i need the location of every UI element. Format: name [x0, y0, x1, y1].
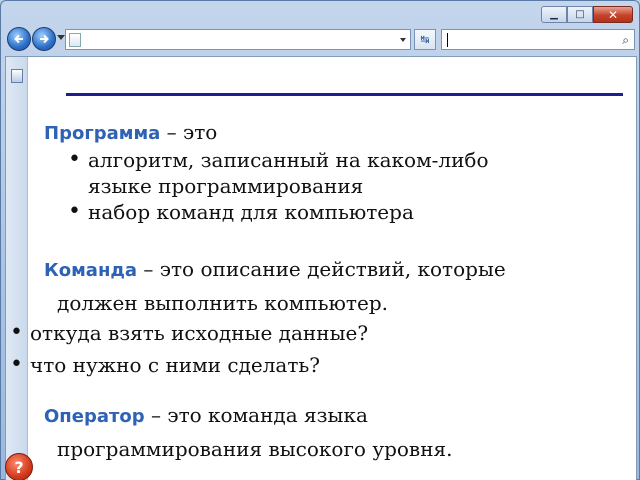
refresh-icon: ↹ — [420, 33, 430, 46]
close-button[interactable]: ✕ — [593, 6, 633, 23]
browser-window: ▁ □ ✕ ↹ ⌕ Программа – это • алгоритм, за… — [0, 0, 640, 480]
program-list: алгоритм, записанный на каком-либо языке… — [62, 147, 489, 225]
back-button[interactable] — [7, 27, 31, 51]
slide-body: Программа – это алгоритм, записанный на … — [10, 57, 634, 480]
list-item: набор команд для компьютера — [62, 199, 489, 225]
document-icon[interactable] — [11, 69, 23, 83]
list-item-line: языке программирования — [88, 174, 364, 198]
address-dropdown-icon[interactable] — [400, 38, 406, 42]
command-rest: – это описание действий, которые — [137, 257, 506, 281]
recent-pages-dropdown-icon[interactable] — [57, 35, 65, 40]
list-item-line: алгоритм, записанный на каком-либо — [88, 148, 489, 172]
operator-rest: – это команда языка — [144, 403, 368, 427]
operator-line2: программирования высокого уровня. — [57, 437, 453, 461]
minimize-button[interactable]: ▁ — [541, 6, 567, 23]
page-content: Программа – это алгоритм, записанный на … — [5, 56, 637, 480]
list-item: что нужно с ними сделать? — [8, 349, 368, 381]
search-box[interactable]: ⌕ — [441, 29, 635, 50]
address-bar[interactable] — [65, 29, 411, 50]
page-icon — [69, 33, 81, 47]
refresh-button[interactable]: ↹ — [414, 29, 436, 50]
maximize-icon: □ — [575, 9, 585, 20]
text-caret — [447, 33, 448, 47]
caption-buttons: ▁ □ ✕ — [541, 6, 633, 23]
maximize-button[interactable]: □ — [567, 6, 593, 23]
command-term: Команда — [44, 260, 138, 281]
forward-button[interactable] — [32, 27, 56, 51]
program-definition: Программа – это — [44, 120, 217, 144]
program-rest: – это — [160, 120, 218, 144]
help-icon[interactable]: ? — [5, 453, 33, 480]
command-list: откуда взять исходные данные? что нужно … — [8, 317, 368, 381]
list-item: откуда взять исходные данные? — [8, 317, 368, 349]
forward-arrow-icon — [40, 34, 49, 44]
back-arrow-icon — [14, 34, 23, 44]
list-item-line: набор команд для компьютера — [88, 200, 414, 224]
program-term: Программа — [44, 123, 161, 144]
command-line2: должен выполнить компьютер. — [57, 291, 388, 315]
close-icon: ✕ — [607, 7, 619, 22]
navigation-bar: ↹ ⌕ — [5, 27, 635, 51]
search-icon[interactable]: ⌕ — [622, 33, 629, 48]
command-definition: Команда – это описание действий, которые… — [44, 253, 506, 319]
operator-term: Оператор — [44, 406, 145, 427]
side-strip — [6, 57, 28, 480]
operator-definition: Оператор – это команда языка программиро… — [44, 399, 453, 465]
list-item: алгоритм, записанный на каком-либо языке… — [62, 147, 489, 199]
minimize-icon: ▁ — [550, 9, 558, 20]
